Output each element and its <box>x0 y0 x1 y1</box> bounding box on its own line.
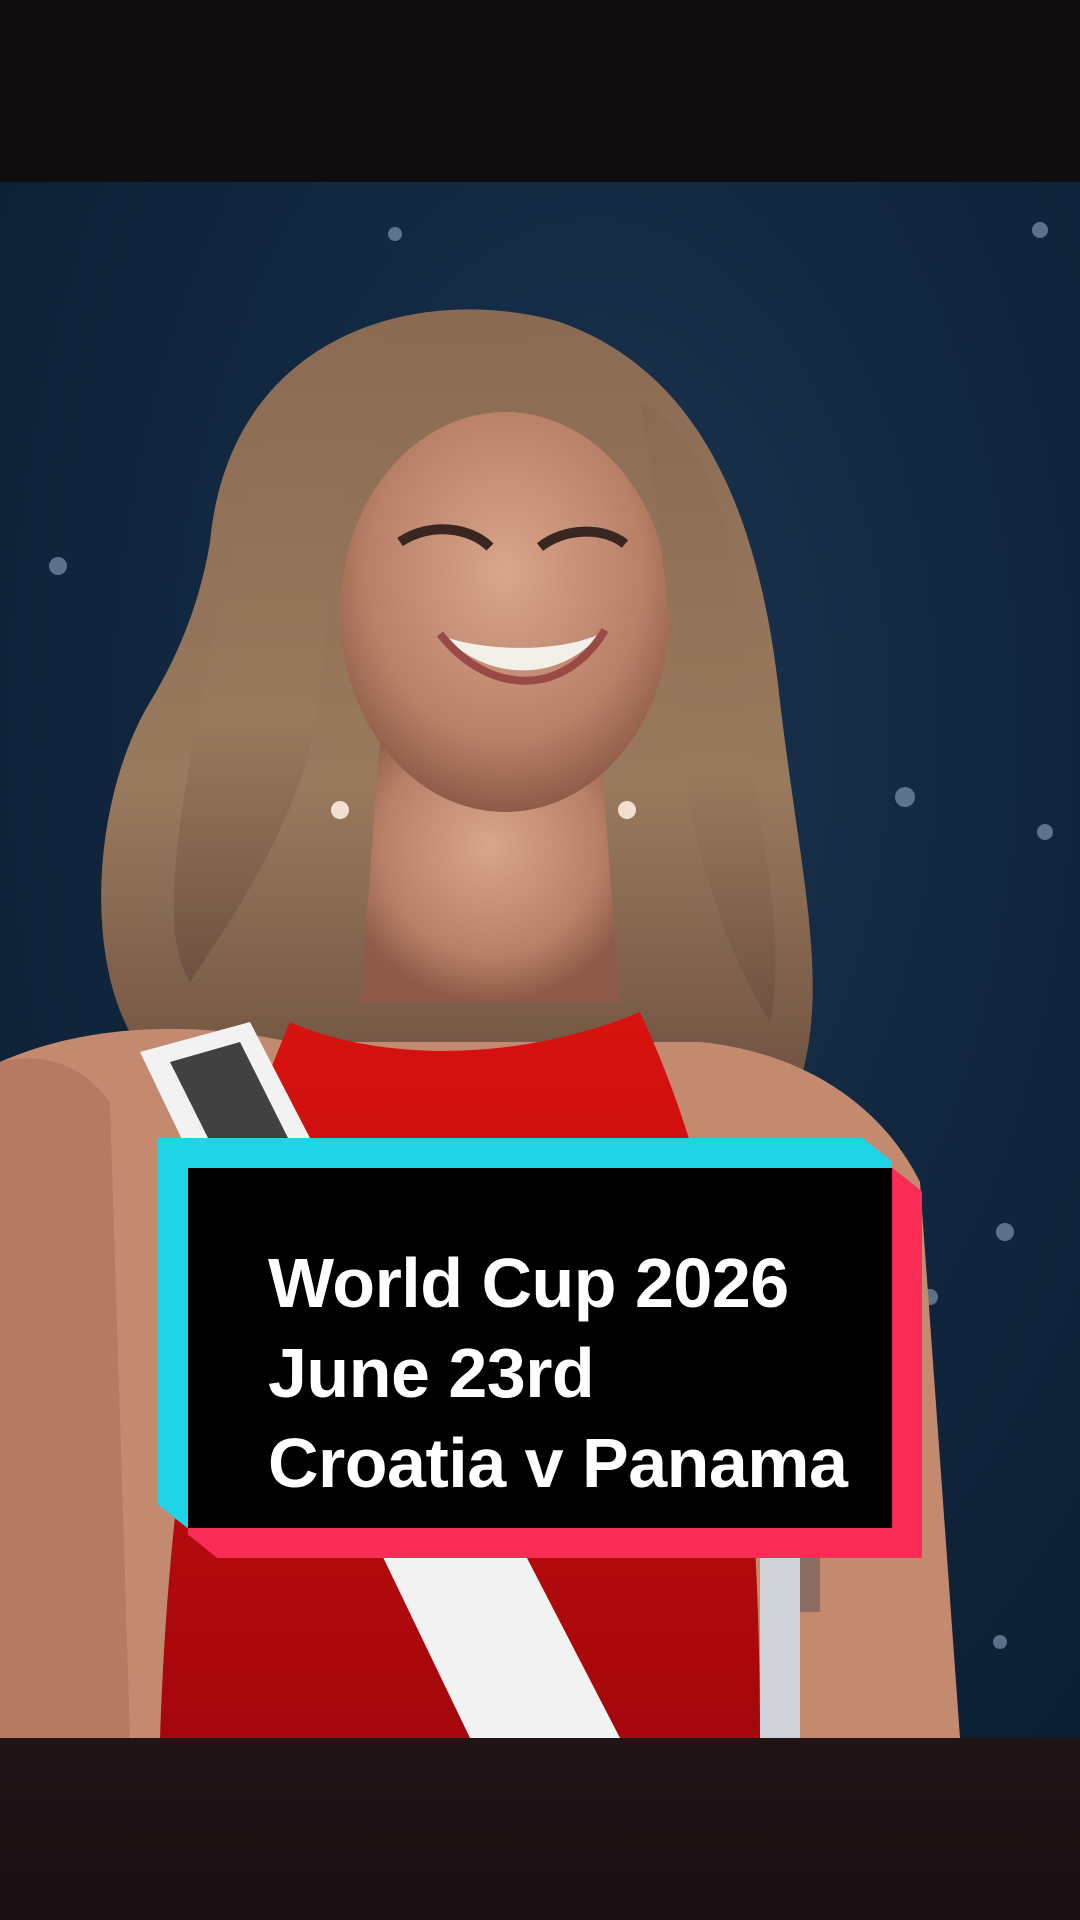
top-letterbox <box>0 0 1080 182</box>
caption-line-title: World Cup 2026 <box>268 1244 789 1322</box>
video-player-screen[interactable]: World Cup 2026 June 23rd Croatia v Panam… <box>0 0 1080 1920</box>
caption-text-block: World Cup 2026 June 23rd Croatia v Panam… <box>268 1238 908 1508</box>
caption-card-background: World Cup 2026 June 23rd Croatia v Panam… <box>188 1168 892 1528</box>
caption-line-date: June 23rd <box>268 1334 595 1412</box>
bottom-letterbox <box>0 1738 1080 1920</box>
caption-card: World Cup 2026 June 23rd Croatia v Panam… <box>158 1138 922 1558</box>
caption-line-match: Croatia v Panama <box>268 1424 848 1502</box>
